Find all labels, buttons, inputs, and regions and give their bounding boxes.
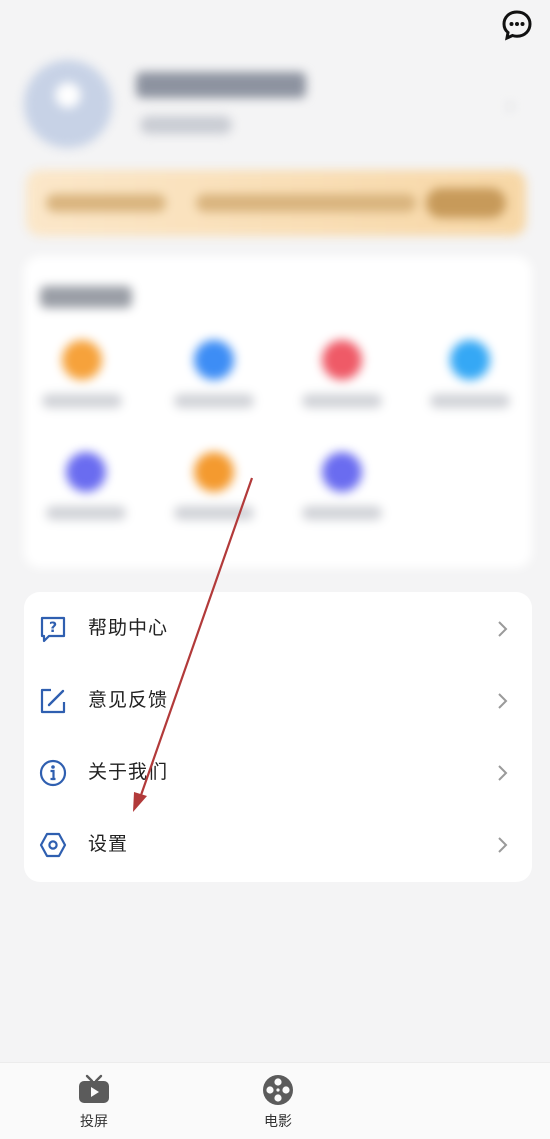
menu-item-label: 帮助中心 xyxy=(88,617,169,639)
tool-item[interactable] xyxy=(30,452,140,542)
chevron-right-icon xyxy=(494,618,512,640)
menu-item-label: 意见反馈 xyxy=(88,689,169,711)
tab-cast[interactable]: 投屏 xyxy=(54,1073,134,1135)
tool-label-redacted xyxy=(174,394,254,408)
user-id-redacted xyxy=(140,116,232,134)
avatar[interactable] xyxy=(24,60,112,148)
info-icon xyxy=(38,758,68,788)
tool-label-redacted xyxy=(302,394,382,408)
tools-card xyxy=(24,256,532,568)
tool-item[interactable] xyxy=(26,340,136,430)
chevron-right-icon xyxy=(494,834,512,856)
tool-icon xyxy=(194,452,234,492)
chat-bubble-icon[interactable] xyxy=(500,8,534,42)
tool-item[interactable] xyxy=(158,452,268,542)
tool-icon xyxy=(450,340,490,380)
menu-item-settings[interactable]: 设置 xyxy=(24,808,532,880)
tab-label: 电影 xyxy=(264,1114,292,1130)
chevron-right-icon: › xyxy=(506,94,515,119)
menu-item-label: 关于我们 xyxy=(88,761,169,783)
username-redacted xyxy=(136,72,306,98)
menu-item-label: 设置 xyxy=(88,833,129,855)
tab-label: 投屏 xyxy=(80,1114,108,1130)
menu-card: ? 帮助中心 意见反馈 关于我们 设置 xyxy=(24,592,532,882)
tools-title-redacted xyxy=(40,286,132,308)
tool-item[interactable] xyxy=(286,340,396,430)
tool-icon xyxy=(322,340,362,380)
tool-label-redacted xyxy=(42,394,122,408)
tool-label-redacted xyxy=(430,394,510,408)
tool-icon xyxy=(62,340,102,380)
vip-text-redacted xyxy=(46,194,166,212)
gear-icon xyxy=(38,830,68,860)
tool-item[interactable] xyxy=(286,452,396,542)
vip-banner[interactable] xyxy=(26,170,526,236)
film-reel-icon xyxy=(263,1075,293,1105)
tool-label-redacted xyxy=(46,506,126,520)
tv-icon xyxy=(79,1074,109,1103)
tab-movie[interactable]: 电影 xyxy=(238,1073,318,1135)
help-icon: ? xyxy=(38,614,68,644)
tool-label-redacted xyxy=(302,506,382,520)
bottom-nav: 投屏 电影 xyxy=(0,1062,550,1139)
vip-open-button[interactable] xyxy=(426,188,506,218)
tool-item[interactable] xyxy=(158,340,268,430)
vip-desc-redacted xyxy=(196,194,416,212)
chevron-right-icon xyxy=(494,690,512,712)
tool-icon xyxy=(194,340,234,380)
chevron-right-icon xyxy=(494,762,512,784)
tool-icon xyxy=(66,452,106,492)
tool-item[interactable] xyxy=(414,340,524,430)
edit-icon xyxy=(38,686,68,716)
svg-text:?: ? xyxy=(49,620,57,636)
tool-label-redacted xyxy=(174,506,254,520)
menu-item-help-center[interactable]: ? 帮助中心 xyxy=(24,592,532,664)
profile-header[interactable]: › xyxy=(18,52,538,152)
menu-item-about-us[interactable]: 关于我们 xyxy=(24,736,532,808)
menu-item-feedback[interactable]: 意见反馈 xyxy=(24,664,532,736)
tool-icon xyxy=(322,452,362,492)
